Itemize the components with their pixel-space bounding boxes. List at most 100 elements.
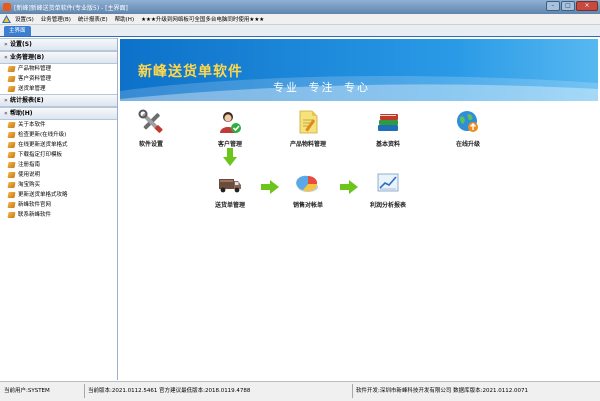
sidebar-item-register-guide[interactable]: 注册指南 [0,160,117,170]
module-label: 软件设置 [138,141,163,148]
close-button[interactable]: × [576,1,598,11]
module-basic-data[interactable]: 基本资料 [358,109,418,148]
arrow-right-icon [340,180,358,194]
statusbar: 当前用户:SYSTEM 当前版本:2021.0112.5461 官方建议最低版本… [0,381,600,401]
user-check-icon [220,112,241,133]
line-chart-icon [377,173,399,192]
tab-main[interactable]: 主界面 [4,26,31,36]
pin-icon [7,162,16,168]
app-logo-icon [2,15,11,23]
window-controls: – □ × [546,1,598,11]
sidebar-section-help[interactable]: «帮助(H) [0,107,117,120]
menubar: 设置(S) 业务管理(B) 统计报表(E) 帮助(H) ★★★升级到网络板可全国… [0,14,600,25]
module-online-upgrade[interactable]: 在线升级 [438,109,498,148]
sidebar-item-label: 淘宝购买 [18,182,41,188]
pin-icon [7,152,16,158]
status-user: 当前用户:SYSTEM [4,388,50,394]
module-label: 基本资料 [375,141,400,148]
sidebar-item-check-update[interactable]: 检查更新(在线升级) [0,130,117,140]
module-label: 客户管理 [217,141,242,148]
books-icon [378,114,398,131]
pin-icon [7,86,16,92]
pin-icon [7,172,16,178]
menu-reports[interactable]: 统计报表(E) [78,15,108,23]
window-title: [新峰]新峰送货单软件(专业版5) - [主界面] [14,5,128,12]
sidebar-item-label: 在线更新送货单格式 [18,142,68,148]
pin-icon [7,202,16,208]
module-delivery[interactable]: 送货单管理 [200,170,260,209]
module-settings[interactable]: 软件设置 [121,109,181,148]
sidebar-item-website[interactable]: 新峰软件官网 [0,200,117,210]
sidebar-item-label: 联系新峰软件 [18,212,52,218]
pin-icon [7,66,16,72]
sidebar-section-settings[interactable]: » 设置(S) [0,38,117,51]
module-label: 产品物料管理 [289,141,326,148]
menu-upgrade-promo[interactable]: ★★★升级到网络板可全国多台电脑同时使用★★★ [141,15,264,23]
main-content: 新峰送货单软件 专业 专注 专心 软件设置 客户管理 产品物料管理 基本资料 在… [118,37,600,380]
sidebar-item-taobao[interactable]: 淘宝购买 [0,180,117,190]
globe-upgrade-icon [457,111,478,132]
arrow-down-icon [223,148,237,166]
module-label: 销售对帐单 [292,202,323,209]
module-sales-statement[interactable]: 销售对帐单 [278,170,338,209]
sidebar-section-business[interactable]: «业务管理(B) [0,51,117,64]
sidebar-item-label: 新峰软件官网 [18,202,52,208]
sidebar-item-label: 产品物料管理 [18,66,52,72]
sidebar-item-label: 送货单管理 [18,86,46,92]
maximize-button[interactable]: □ [561,1,575,11]
status-separator [84,384,85,398]
module-profit-report[interactable]: 利润分析报表 [358,170,418,209]
pin-icon [7,142,16,148]
menu-help[interactable]: 帮助(H) [115,15,134,23]
sidebar-item-label: 注册指南 [18,162,41,168]
module-label: 在线升级 [455,141,480,148]
sidebar: » 设置(S) «业务管理(B) 产品物料管理 客户资料管理 送货单管理 » 统计报… [0,38,118,380]
pin-icon [7,192,16,198]
menu-settings[interactable]: 设置(S) [15,15,34,23]
tools-icon [138,109,163,133]
sidebar-item-format-guide[interactable]: 更新送货单格式攻略 [0,190,117,200]
sidebar-item-manual[interactable]: 使用说明 [0,170,117,180]
sidebar-section-title: 设置(S) [10,41,32,48]
product-name: 新峰送货单软件 [138,64,243,80]
sidebar-section-reports[interactable]: » 统计报表(E) [0,94,117,107]
pin-icon [7,122,16,128]
arrow-right-icon [261,180,279,194]
sidebar-item-delivery[interactable]: 送货单管理 [0,84,117,94]
sidebar-item-label: 使用说明 [18,172,41,178]
sidebar-item-download-template[interactable]: 下载指定打印模板 [0,150,117,160]
sidebar-section-title: 业务管理(B) [10,54,45,61]
module-customers[interactable]: 客户管理 [200,109,260,148]
banner-slogan: 专业 专注 专心 [273,81,370,94]
delivery-van-icon [219,179,241,193]
pin-icon [7,182,16,188]
module-label: 送货单管理 [214,202,245,209]
banner: 新峰送货单软件 专业 专注 专心 [120,39,598,103]
document-pencil-icon [299,110,318,134]
sidebar-item-label: 关于本软件 [18,122,46,128]
menu-business[interactable]: 业务管理(B) [41,15,71,23]
app-icon [3,3,11,11]
pin-icon [7,76,16,82]
sidebar-item-contact[interactable]: 联系新峰软件 [0,210,117,220]
pin-icon [7,212,16,218]
status-version: 当前版本:2021.0112.5461 官方建议最低版本:2018.0119.4… [88,388,251,394]
sidebar-section-title: 统计报表(E) [10,97,44,104]
sidebar-item-update-format[interactable]: 在线更新送货单格式 [0,140,117,150]
minimize-button[interactable]: – [546,1,560,11]
pin-icon [7,132,16,138]
sidebar-section-title: 帮助(H) [10,110,33,117]
module-label: 利润分析报表 [369,202,406,209]
tab-strip: 主界面 [0,25,600,37]
sidebar-item-label: 客户资料管理 [18,76,52,82]
sidebar-item-label: 检查更新(在线升级) [18,132,67,138]
window-titlebar: [新峰]新峰送货单软件(专业版5) - [主界面] – □ × [0,0,600,14]
sidebar-item-about[interactable]: 关于本软件 [0,120,117,130]
status-separator [352,384,353,398]
sidebar-item-customers[interactable]: 客户资料管理 [0,74,117,84]
sidebar-item-label: 更新送货单格式攻略 [18,192,68,198]
module-products[interactable]: 产品物料管理 [278,109,338,148]
sidebar-item-label: 下载指定打印模板 [18,152,63,158]
sidebar-item-products[interactable]: 产品物料管理 [0,64,117,74]
status-developer: 软件开发:深圳市新峰科技开发有限公司 数据库版本:2021.0112.0071 [356,388,528,394]
